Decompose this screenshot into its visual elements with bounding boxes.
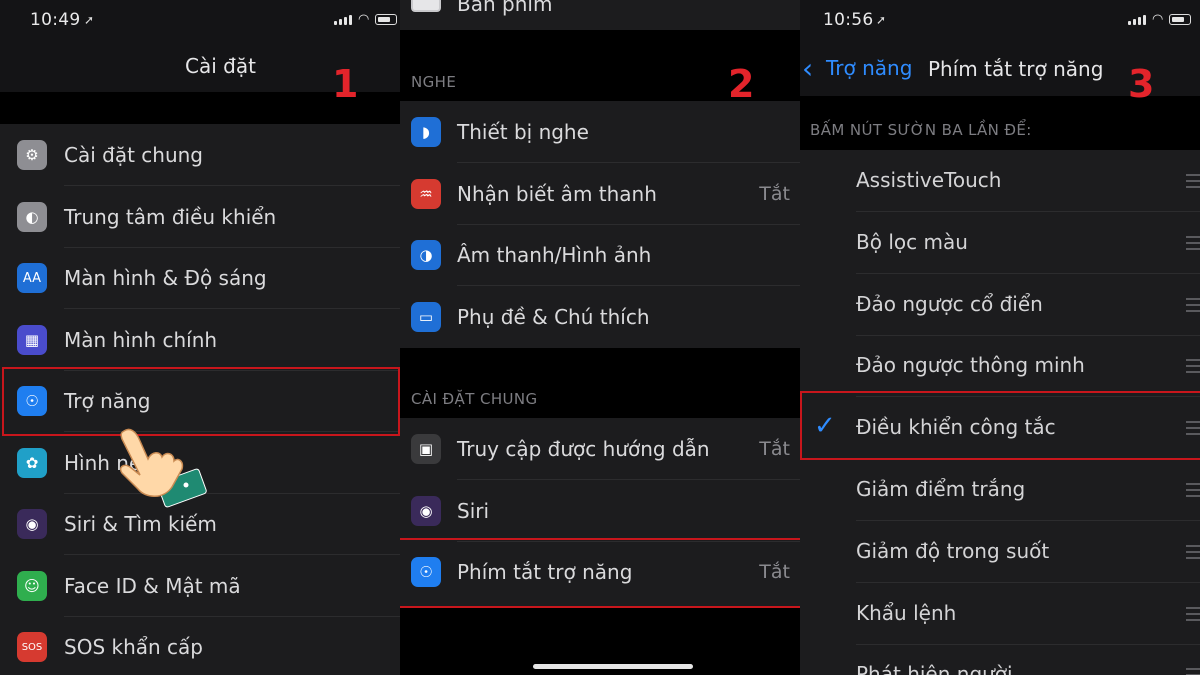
status-icons: ◠ — [334, 12, 398, 27]
sos-icon: SOS — [17, 632, 47, 662]
row-label: Thiết bị nghe — [457, 120, 589, 144]
settings-row[interactable]: SOS SOS khẩn cấp — [0, 616, 400, 675]
status-bar: 10:49 ➚ ◠ — [0, 0, 400, 40]
battery-icon — [1169, 14, 1192, 25]
row-label: Màn hình chính — [64, 327, 218, 352]
section-hearing-header: NGHE — [411, 73, 457, 91]
wifi-icon: ◠ — [1152, 12, 1164, 27]
status-time: 10:49 — [30, 10, 81, 30]
reorder-handle-icon[interactable] — [1186, 297, 1200, 316]
siri-icon: ◉ — [17, 509, 47, 539]
text-size-icon: AA — [17, 263, 47, 293]
cellular-signal-icon — [1128, 15, 1146, 25]
row-value: Tắt — [759, 438, 790, 460]
gear-icon: ⚙ — [17, 140, 47, 170]
row-label: Màn hình & Độ sáng — [64, 266, 267, 290]
row-label: Face ID & Mật mã — [64, 573, 241, 598]
sound-recognition-icon: ♒ — [411, 178, 441, 209]
row-label: SOS khẩn cấp — [64, 635, 203, 659]
keyboard-icon — [411, 0, 441, 12]
settings-row[interactable]: ▭ Phụ đề & Chú thích — [400, 286, 800, 348]
settings-row[interactable]: ♒ Nhận biết âm thanh Tắt — [400, 163, 800, 225]
siri-icon: ◉ — [411, 495, 441, 526]
reorder-handle-icon[interactable] — [1186, 606, 1200, 625]
section-general-header: CÀI ĐẶT CHUNG — [411, 390, 538, 408]
reorder-handle-icon[interactable] — [1186, 359, 1200, 377]
panel-accessibility-shortcut: 10:56 ➚ ◠ ‹ Trợ năng Phím tắt trợ năng 3… — [800, 0, 1200, 675]
keyboard-label: Bàn phím — [457, 0, 553, 16]
chevron-left-icon: ‹ — [802, 52, 814, 85]
shortcut-option[interactable]: Đảo ngược thông minh — [800, 335, 1200, 397]
status-bar: 10:56 ➚ ◠ — [800, 0, 1200, 40]
home-grid-icon: ▦ — [17, 324, 47, 355]
wifi-icon: ◠ — [358, 12, 370, 27]
panel-accessibility: Bàn phím NGHE 2 ◗ Thiết bị nghe ♒ Nhận biết… — [400, 0, 800, 675]
toggles-icon: ◐ — [17, 201, 47, 232]
shortcut-option[interactable]: Đảo ngược cổ điển — [800, 274, 1200, 336]
row-label: Phụ đề & Chú thích — [457, 304, 650, 329]
row-label: Cài đặt chung — [64, 143, 204, 167]
wallpaper-icon: ✿ — [17, 447, 47, 478]
reorder-handle-icon[interactable] — [1186, 544, 1200, 563]
row-label: Nhận biết âm thanh — [457, 181, 657, 206]
row-value: Tắt — [759, 182, 790, 205]
section-header: BẤM NÚT SƯỜN BA LẦN ĐỂ: — [810, 121, 1032, 139]
option-label: Giảm điểm trắng — [856, 477, 1026, 501]
option-label: Giảm độ trong suốt — [856, 538, 1050, 563]
shortcut-option[interactable]: Phát hiện người — [800, 644, 1200, 675]
face-id-icon: ☺ — [17, 570, 47, 601]
settings-row[interactable]: ◐ Trung tâm điều khiển — [0, 186, 400, 248]
step-number: 3 — [1128, 62, 1155, 106]
row-label: Âm thanh/Hình ảnh — [457, 243, 652, 267]
subtitles-icon: ▭ — [411, 301, 441, 332]
settings-row[interactable]: ⚙ Cài đặt chung — [0, 124, 400, 186]
row-label: Truy cập được hướng dẫn — [457, 437, 710, 461]
step-number: 1 — [332, 62, 359, 106]
reorder-handle-icon[interactable] — [1186, 483, 1200, 501]
option-label: Đảo ngược thông minh — [856, 353, 1085, 378]
status-time: 10:56 — [823, 10, 874, 30]
settings-row[interactable]: ◉ Siri — [400, 480, 800, 542]
settings-row[interactable]: ▣ Truy cập được hướng dẫn Tắt — [400, 418, 800, 480]
panel-settings: 10:49 ➚ ◠ Cài đặt 1 ⚙ Cài đặt chung ◐ Trung… — [0, 0, 400, 675]
location-arrow-icon: ➚ — [876, 13, 887, 27]
page-title: Cài đặt — [185, 54, 256, 78]
shortcut-option[interactable]: Bộ lọc màu — [800, 212, 1200, 274]
page-title: Phím tắt trợ năng — [928, 57, 1104, 81]
settings-row[interactable]: AA Màn hình & Độ sáng — [0, 247, 400, 309]
settings-row[interactable]: ▦ Màn hình chính — [0, 309, 400, 371]
reorder-handle-icon[interactable] — [1186, 235, 1200, 254]
shortcut-option[interactable]: Giảm độ trong suốt — [800, 521, 1200, 583]
option-label: Đảo ngược cổ điển — [856, 291, 1043, 316]
reorder-handle-icon[interactable] — [1186, 174, 1200, 192]
settings-row[interactable]: ☺ Face ID & Mật mã — [0, 555, 400, 617]
shortcut-option[interactable]: Khẩu lệnh — [800, 583, 1200, 645]
pointing-hand-icon — [119, 428, 207, 508]
option-label: Bộ lọc màu — [856, 229, 968, 254]
location-arrow-icon: ➚ — [84, 13, 95, 27]
settings-row[interactable]: ◗ Thiết bị nghe — [400, 101, 800, 163]
highlight-box — [800, 391, 1200, 460]
lock-icon: ▣ — [411, 434, 441, 464]
highlight-box — [400, 538, 800, 608]
ear-icon: ◗ — [411, 117, 441, 147]
shortcut-option[interactable]: Giảm điểm trắng — [800, 459, 1200, 521]
home-indicator[interactable] — [533, 664, 693, 669]
option-label: Khẩu lệnh — [856, 600, 957, 625]
cellular-signal-icon — [334, 15, 352, 25]
step-number: 2 — [728, 62, 755, 106]
shortcut-option[interactable]: AssistiveTouch — [800, 150, 1200, 212]
option-label: AssistiveTouch — [856, 168, 1002, 192]
audio-visual-icon: ◑ — [411, 240, 441, 270]
option-label: Phát hiện người — [856, 662, 1013, 675]
back-label: Trợ năng — [826, 56, 913, 80]
reorder-handle-icon[interactable] — [1186, 668, 1200, 675]
settings-row[interactable]: ◑ Âm thanh/Hình ảnh — [400, 224, 800, 286]
row-label: Siri — [457, 498, 490, 523]
status-icons: ◠ — [1128, 12, 1192, 27]
row-label: Trung tâm điều khiển — [64, 204, 277, 229]
battery-icon — [375, 14, 398, 25]
